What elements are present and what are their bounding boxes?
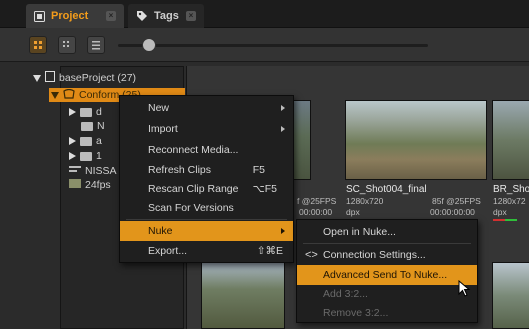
clip-name: BR_Sho xyxy=(493,184,529,195)
menu-item-add-3-2[interactable]: Add 3:2... xyxy=(297,284,477,304)
bin-icon xyxy=(63,88,75,102)
tree-item-label: 1 xyxy=(96,150,102,162)
menu-item-rescan-clip-range[interactable]: Rescan Clip Range ⌥F5 xyxy=(120,179,293,199)
tab-project[interactable]: Project × xyxy=(26,4,124,28)
clip-name: SC_Shot004_final xyxy=(346,184,427,195)
menu-item-label: Open in Nuke... xyxy=(323,226,396,238)
tab-project-label: Project xyxy=(51,10,89,22)
list-view-button[interactable] xyxy=(87,36,105,54)
tags-icon xyxy=(136,10,148,22)
clip-timecode: 00:00:00:00 xyxy=(430,207,475,217)
collapse-triangle-icon[interactable] xyxy=(69,108,76,116)
tree-item[interactable]: d xyxy=(69,105,102,119)
close-icon[interactable]: × xyxy=(186,11,196,21)
tree-item-label: baseProject (27) xyxy=(59,72,137,84)
clip-thumbnail[interactable] xyxy=(201,262,285,329)
channel-bar-red xyxy=(493,219,505,221)
tree-item-label: NISSA xyxy=(85,165,117,177)
tree-item-label: N xyxy=(97,120,105,132)
clip-icon xyxy=(69,179,81,191)
grid-small-icon xyxy=(63,41,69,47)
grid-large-icon xyxy=(34,41,42,49)
submenu-arrow-icon xyxy=(281,228,285,234)
menu-separator xyxy=(303,243,471,244)
tree-item-label: d xyxy=(96,106,102,118)
close-icon[interactable]: × xyxy=(106,11,116,21)
submenu-arrow-icon xyxy=(281,126,285,132)
bin-icon xyxy=(80,107,92,117)
menu-item-open-in-nuke[interactable]: Open in Nuke... xyxy=(297,222,477,242)
project-file-icon xyxy=(45,71,55,85)
clip-frames: 85f @25FPS xyxy=(432,196,481,206)
slider-handle[interactable] xyxy=(142,38,156,52)
grid-large-view-button[interactable] xyxy=(29,36,47,54)
menu-item-label: Import xyxy=(148,123,178,135)
tree-item[interactable]: 1 xyxy=(69,149,102,163)
mouse-pointer-icon xyxy=(458,279,472,301)
menu-item-nuke[interactable]: Nuke xyxy=(120,221,293,241)
tree-item-label: a xyxy=(96,135,102,147)
clip-thumbnail[interactable] xyxy=(492,100,529,180)
sequence-icon xyxy=(81,121,93,131)
expand-triangle-icon[interactable] xyxy=(51,91,59,99)
menu-item-export[interactable]: Export... ⇧⌘E xyxy=(120,241,293,261)
menu-item-shortcut: ⌥F5 xyxy=(252,183,277,195)
collapse-triangle-icon[interactable] xyxy=(69,137,76,145)
menu-item-advanced-send-to-nuke[interactable]: Advanced Send To Nuke... xyxy=(297,265,477,285)
clip-resolution: 1280x72 xyxy=(493,196,526,206)
bin-icon xyxy=(80,136,92,146)
channel-bar-green xyxy=(505,219,517,221)
submenu-arrow-icon xyxy=(281,105,285,111)
sequence-icon xyxy=(69,165,81,178)
menu-item-label: Add 3:2... xyxy=(323,288,368,300)
tree-item-label: 24fps xyxy=(85,179,111,191)
tree-item[interactable]: N xyxy=(81,119,105,133)
menu-item-remove-3-2[interactable]: Remove 3:2... xyxy=(297,303,477,323)
tree-item-base-project[interactable]: baseProject (27) xyxy=(33,71,136,85)
menu-item-label: Scan For Versions xyxy=(148,202,234,214)
clip-format: dpx xyxy=(493,207,507,217)
nuke-submenu: Open in Nuke... <> Connection Settings..… xyxy=(296,219,478,323)
expand-triangle-icon[interactable] xyxy=(33,74,41,82)
clip-frames: f @25FPS xyxy=(297,196,337,206)
menu-item-scan-for-versions[interactable]: Scan For Versions xyxy=(120,198,293,218)
project-icon xyxy=(34,10,45,22)
menu-item-label: Export... xyxy=(148,245,188,257)
toolbar xyxy=(0,28,529,62)
grid-small-view-button[interactable] xyxy=(58,36,76,54)
clip-timecode: 00:00:00 xyxy=(299,207,333,217)
menu-item-label: Connection Settings... xyxy=(323,249,426,261)
menu-item-connection-settings[interactable]: <> Connection Settings... xyxy=(297,245,477,265)
menu-item-label: Nuke xyxy=(148,225,173,237)
context-menu: New Import Reconnect Media... Refresh Cl… xyxy=(119,95,294,263)
tab-bar: Project × Tags × xyxy=(0,0,529,28)
menu-item-reconnect-media[interactable]: Reconnect Media... xyxy=(120,140,293,160)
menu-item-label: Remove 3:2... xyxy=(323,307,389,319)
menu-item-label: New xyxy=(148,102,170,114)
clip-resolution: 1280x720 xyxy=(346,196,384,206)
tree-item[interactable]: 24fps xyxy=(69,178,111,192)
menu-item-label: Refresh Clips xyxy=(148,164,212,176)
menu-item-shortcut: F5 xyxy=(252,164,265,176)
tab-tags-label: Tags xyxy=(154,10,179,22)
collapse-triangle-icon[interactable] xyxy=(69,152,76,160)
menu-item-shortcut: ⇧⌘E xyxy=(256,245,283,257)
clip-format: dpx xyxy=(346,207,360,217)
menu-item-label: Reconnect Media... xyxy=(148,144,239,156)
menu-item-label: Advanced Send To Nuke... xyxy=(323,269,448,281)
clip-thumbnail[interactable] xyxy=(345,100,487,180)
menu-item-label: Rescan Clip Range xyxy=(148,183,239,195)
bin-icon xyxy=(80,151,92,161)
menu-separator xyxy=(126,219,287,220)
connection-icon: <> xyxy=(305,249,318,261)
tree-item[interactable]: a xyxy=(69,134,102,148)
tree-item[interactable]: NISSA xyxy=(69,164,117,178)
thumbnail-size-slider[interactable] xyxy=(118,44,428,47)
tab-tags[interactable]: Tags × xyxy=(128,4,204,28)
list-icon xyxy=(92,41,100,50)
menu-item-new[interactable]: New xyxy=(120,98,293,118)
menu-item-import[interactable]: Import xyxy=(120,119,293,139)
menu-item-refresh-clips[interactable]: Refresh Clips F5 xyxy=(120,160,293,180)
clip-thumbnail[interactable] xyxy=(492,262,529,329)
